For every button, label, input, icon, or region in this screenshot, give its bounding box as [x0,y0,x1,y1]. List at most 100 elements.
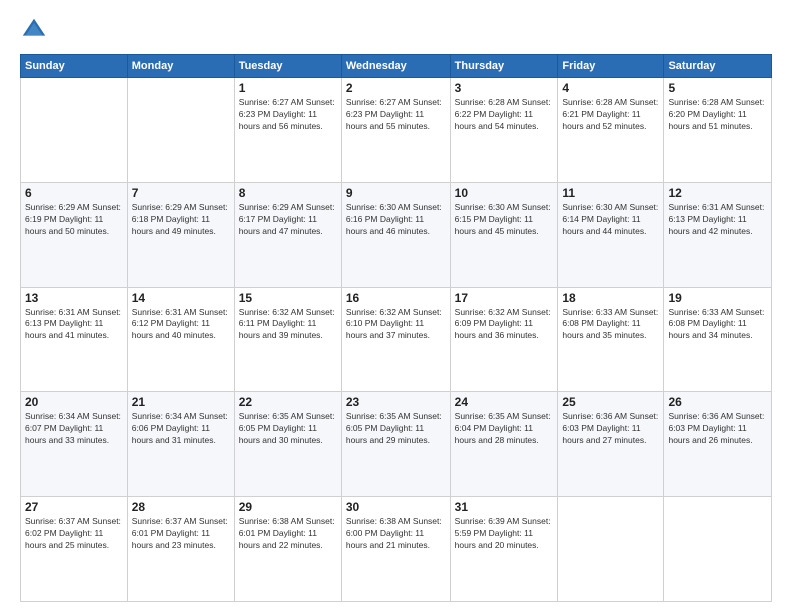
calendar-cell: 13 Sunrise: 6:31 AM Sunset: 6:13 PM Dayli… [21,287,128,392]
day-number: 24 [455,395,554,409]
day-info: Sunrise: 6:36 AM Sunset: 6:03 PM Dayligh… [668,411,767,447]
day-info: Sunrise: 6:29 AM Sunset: 6:18 PM Dayligh… [132,202,230,238]
day-number: 22 [239,395,337,409]
day-info: Sunrise: 6:35 AM Sunset: 6:04 PM Dayligh… [455,411,554,447]
day-number: 27 [25,500,123,514]
day-info: Sunrise: 6:31 AM Sunset: 6:12 PM Dayligh… [132,307,230,343]
day-number: 7 [132,186,230,200]
day-number: 8 [239,186,337,200]
header [20,16,772,44]
calendar-week-3: 13 Sunrise: 6:31 AM Sunset: 6:13 PM Dayli… [21,287,772,392]
calendar-cell: 11 Sunrise: 6:30 AM Sunset: 6:14 PM Dayli… [558,182,664,287]
day-info: Sunrise: 6:29 AM Sunset: 6:17 PM Dayligh… [239,202,337,238]
day-info: Sunrise: 6:28 AM Sunset: 6:20 PM Dayligh… [668,97,767,133]
calendar-cell: 20 Sunrise: 6:34 AM Sunset: 6:07 PM Dayli… [21,392,128,497]
day-number: 13 [25,291,123,305]
calendar-cell: 19 Sunrise: 6:33 AM Sunset: 6:08 PM Dayli… [664,287,772,392]
calendar-cell: 22 Sunrise: 6:35 AM Sunset: 6:05 PM Dayli… [234,392,341,497]
day-number: 28 [132,500,230,514]
col-header-wednesday: Wednesday [341,55,450,78]
calendar-cell: 7 Sunrise: 6:29 AM Sunset: 6:18 PM Daylig… [127,182,234,287]
day-number: 3 [455,81,554,95]
calendar-cell: 25 Sunrise: 6:36 AM Sunset: 6:03 PM Dayli… [558,392,664,497]
day-info: Sunrise: 6:35 AM Sunset: 6:05 PM Dayligh… [239,411,337,447]
calendar-cell: 14 Sunrise: 6:31 AM Sunset: 6:12 PM Dayli… [127,287,234,392]
day-number: 19 [668,291,767,305]
calendar-week-5: 27 Sunrise: 6:37 AM Sunset: 6:02 PM Dayli… [21,497,772,602]
day-info: Sunrise: 6:28 AM Sunset: 6:22 PM Dayligh… [455,97,554,133]
day-info: Sunrise: 6:37 AM Sunset: 6:01 PM Dayligh… [132,516,230,552]
day-number: 11 [562,186,659,200]
logo-icon [20,16,48,44]
day-number: 2 [346,81,446,95]
day-info: Sunrise: 6:30 AM Sunset: 6:14 PM Dayligh… [562,202,659,238]
calendar-cell [21,78,128,183]
calendar-cell: 2Sunrise: 6:27 AM Sunset: 6:23 PM Daylig… [341,78,450,183]
calendar-week-4: 20 Sunrise: 6:34 AM Sunset: 6:07 PM Dayli… [21,392,772,497]
day-number: 29 [239,500,337,514]
day-info: Sunrise: 6:32 AM Sunset: 6:09 PM Dayligh… [455,307,554,343]
day-info: Sunrise: 6:27 AM Sunset: 6:23 PM Dayligh… [239,97,337,133]
col-header-friday: Friday [558,55,664,78]
day-number: 23 [346,395,446,409]
day-info: Sunrise: 6:39 AM Sunset: 5:59 PM Dayligh… [455,516,554,552]
day-info: Sunrise: 6:30 AM Sunset: 6:16 PM Dayligh… [346,202,446,238]
calendar-cell: 31 Sunrise: 6:39 AM Sunset: 5:59 PM Dayli… [450,497,558,602]
day-info: Sunrise: 6:33 AM Sunset: 6:08 PM Dayligh… [562,307,659,343]
calendar-cell: 29 Sunrise: 6:38 AM Sunset: 6:01 PM Dayli… [234,497,341,602]
calendar-cell: 16Sunrise: 6:32 AM Sunset: 6:10 PM Dayli… [341,287,450,392]
day-info: Sunrise: 6:38 AM Sunset: 6:01 PM Dayligh… [239,516,337,552]
col-header-thursday: Thursday [450,55,558,78]
day-info: Sunrise: 6:28 AM Sunset: 6:21 PM Dayligh… [562,97,659,133]
day-info: Sunrise: 6:34 AM Sunset: 6:06 PM Dayligh… [132,411,230,447]
calendar-cell: 26 Sunrise: 6:36 AM Sunset: 6:03 PM Dayli… [664,392,772,497]
calendar-cell: 12Sunrise: 6:31 AM Sunset: 6:13 PM Dayli… [664,182,772,287]
day-info: Sunrise: 6:30 AM Sunset: 6:15 PM Dayligh… [455,202,554,238]
day-number: 17 [455,291,554,305]
day-number: 30 [346,500,446,514]
calendar-cell: 9 Sunrise: 6:30 AM Sunset: 6:16 PM Daylig… [341,182,450,287]
calendar-cell: 24 Sunrise: 6:35 AM Sunset: 6:04 PM Dayli… [450,392,558,497]
calendar-cell: 4 Sunrise: 6:28 AM Sunset: 6:21 PM Daylig… [558,78,664,183]
day-info: Sunrise: 6:31 AM Sunset: 6:13 PM Dayligh… [25,307,123,343]
calendar-cell: 30 Sunrise: 6:38 AM Sunset: 6:00 PM Dayli… [341,497,450,602]
logo [20,16,52,44]
day-info: Sunrise: 6:32 AM Sunset: 6:11 PM Dayligh… [239,307,337,343]
day-number: 15 [239,291,337,305]
day-number: 10 [455,186,554,200]
col-header-sunday: Sunday [21,55,128,78]
calendar-cell: 8 Sunrise: 6:29 AM Sunset: 6:17 PM Daylig… [234,182,341,287]
day-info: Sunrise: 6:37 AM Sunset: 6:02 PM Dayligh… [25,516,123,552]
calendar-table: SundayMondayTuesdayWednesdayThursdayFrid… [20,54,772,602]
day-number: 21 [132,395,230,409]
day-number: 4 [562,81,659,95]
calendar-week-1: 1 Sunrise: 6:27 AM Sunset: 6:23 PM Daylig… [21,78,772,183]
day-info: Sunrise: 6:34 AM Sunset: 6:07 PM Dayligh… [25,411,123,447]
day-info: Sunrise: 6:29 AM Sunset: 6:19 PM Dayligh… [25,202,123,238]
calendar-cell [127,78,234,183]
calendar-cell: 27 Sunrise: 6:37 AM Sunset: 6:02 PM Dayli… [21,497,128,602]
day-number: 9 [346,186,446,200]
day-number: 25 [562,395,659,409]
calendar-week-2: 6Sunrise: 6:29 AM Sunset: 6:19 PM Daylig… [21,182,772,287]
day-info: Sunrise: 6:38 AM Sunset: 6:00 PM Dayligh… [346,516,446,552]
day-info: Sunrise: 6:36 AM Sunset: 6:03 PM Dayligh… [562,411,659,447]
day-number: 20 [25,395,123,409]
calendar-cell [664,497,772,602]
calendar-cell: 21 Sunrise: 6:34 AM Sunset: 6:06 PM Dayli… [127,392,234,497]
day-info: Sunrise: 6:33 AM Sunset: 6:08 PM Dayligh… [668,307,767,343]
day-info: Sunrise: 6:31 AM Sunset: 6:13 PM Dayligh… [668,202,767,238]
calendar-cell: 10 Sunrise: 6:30 AM Sunset: 6:15 PM Dayli… [450,182,558,287]
day-number: 18 [562,291,659,305]
day-number: 31 [455,500,554,514]
day-number: 5 [668,81,767,95]
calendar-cell [558,497,664,602]
day-number: 26 [668,395,767,409]
calendar-cell: 5 Sunrise: 6:28 AM Sunset: 6:20 PM Daylig… [664,78,772,183]
day-info: Sunrise: 6:35 AM Sunset: 6:05 PM Dayligh… [346,411,446,447]
calendar-header: SundayMondayTuesdayWednesdayThursdayFrid… [21,55,772,78]
day-number: 14 [132,291,230,305]
calendar-cell: 17 Sunrise: 6:32 AM Sunset: 6:09 PM Dayli… [450,287,558,392]
day-number: 16 [346,291,446,305]
day-number: 1 [239,81,337,95]
